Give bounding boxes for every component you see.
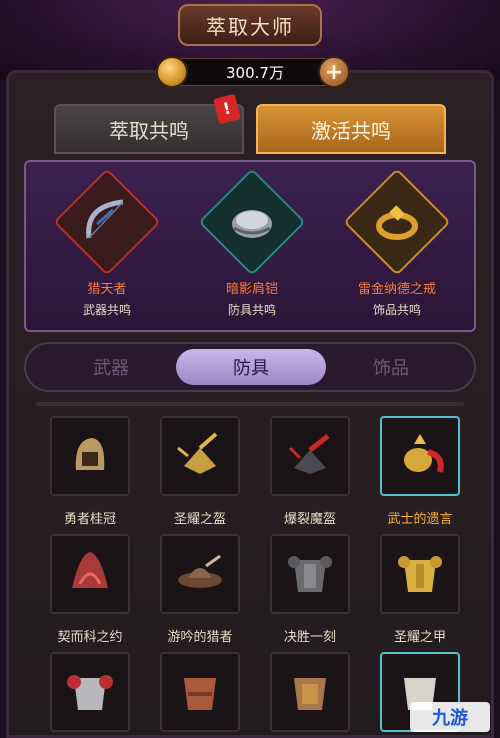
resonance-accessory-name: 雷金纳德之戒 [357, 282, 436, 297]
tab-activate-label: 激活共鸣 [311, 118, 391, 143]
resonance-accessory-frame [343, 168, 451, 276]
page-title: 萃取大师 [178, 4, 322, 46]
item-cell[interactable]: 圣耀之甲 [372, 534, 468, 645]
item-label: 游吟的猎者 [167, 630, 233, 645]
watermark-logo: 九游 [410, 702, 490, 732]
resonance-panel: 猎天者 武器共鸣 暗影肩铠 防具共鸣 雷金纳德之戒 饰品共鸣 [24, 160, 476, 332]
item-label: 契而科之约 [57, 630, 123, 645]
item-label: 武士的遗言 [387, 512, 453, 527]
chainmail-icon [50, 652, 130, 732]
resonance-armor[interactable]: 暗影肩铠 防具共鸣 [197, 168, 307, 318]
tab-extract-label: 萃取共鸣 [109, 118, 189, 143]
horned-helm-icon [160, 416, 240, 496]
resonance-weapon-frame [53, 168, 161, 276]
resonance-weapon[interactable]: 猎天者 武器共鸣 [52, 168, 162, 318]
item-cell[interactable] [152, 652, 248, 738]
divider [36, 402, 464, 406]
plate-armor-icon [270, 534, 350, 614]
coin-icon [156, 56, 188, 88]
item-cell[interactable]: 勇者桂冠 [42, 416, 138, 527]
item-cell[interactable]: 圣耀之盔 [152, 416, 248, 527]
segment-accessory[interactable]: 饰品 [316, 349, 466, 385]
gold-armor-icon [380, 534, 460, 614]
item-cell[interactable]: 契而科之约 [42, 534, 138, 645]
feather-headdress-icon [50, 534, 130, 614]
resonance-accessory-type: 饰品共鸣 [372, 303, 421, 317]
add-currency-button[interactable]: + [318, 56, 350, 88]
resonance-weapon-name: 猎天者 [87, 282, 127, 297]
item-cell[interactable]: 游吟的猎者 [152, 534, 248, 645]
samurai-helm-icon [380, 416, 460, 496]
hunter-hat-icon [160, 534, 240, 614]
ring-icon [362, 187, 432, 257]
leather-armor-icon [160, 652, 240, 732]
bow-icon [72, 187, 142, 257]
resonance-armor-frame [198, 168, 306, 276]
segment-weapon[interactable]: 武器 [36, 349, 186, 385]
item-cell[interactable] [42, 652, 138, 738]
resonance-armor-type: 防具共鸣 [227, 303, 276, 317]
pauldron-icon [217, 187, 287, 257]
bronze-armor-icon [270, 652, 350, 732]
item-cell[interactable]: 决胜一刻 [262, 534, 358, 645]
resonance-armor-name: 暗影肩铠 [225, 282, 278, 297]
category-segment: 武器 防具 饰品 [24, 342, 476, 392]
item-label: 圣耀之盔 [173, 512, 226, 527]
helmet-icon [50, 416, 130, 496]
item-label: 决胜一刻 [283, 630, 336, 645]
resonance-accessory[interactable]: 雷金纳德之戒 饰品共鸣 [342, 168, 452, 318]
item-label: 勇者桂冠 [63, 512, 116, 527]
watermark-text: 九游 [432, 708, 468, 729]
tab-activate-resonance[interactable]: 激活共鸣 [256, 104, 446, 154]
item-label: 圣耀之甲 [393, 630, 446, 645]
item-cell[interactable]: 爆裂魔盔 [262, 416, 358, 527]
resonance-weapon-type: 武器共鸣 [82, 303, 131, 317]
currency-amount: 300.7万 [226, 63, 284, 82]
item-cell[interactable] [262, 652, 358, 738]
segment-armor[interactable]: 防具 [176, 349, 326, 385]
page-title-text: 萃取大师 [206, 14, 294, 39]
demon-helm-icon [270, 416, 350, 496]
item-cell[interactable]: 武士的遗言 [372, 416, 468, 527]
plus-icon: + [324, 59, 344, 85]
item-label: 爆裂魔盔 [283, 512, 336, 527]
